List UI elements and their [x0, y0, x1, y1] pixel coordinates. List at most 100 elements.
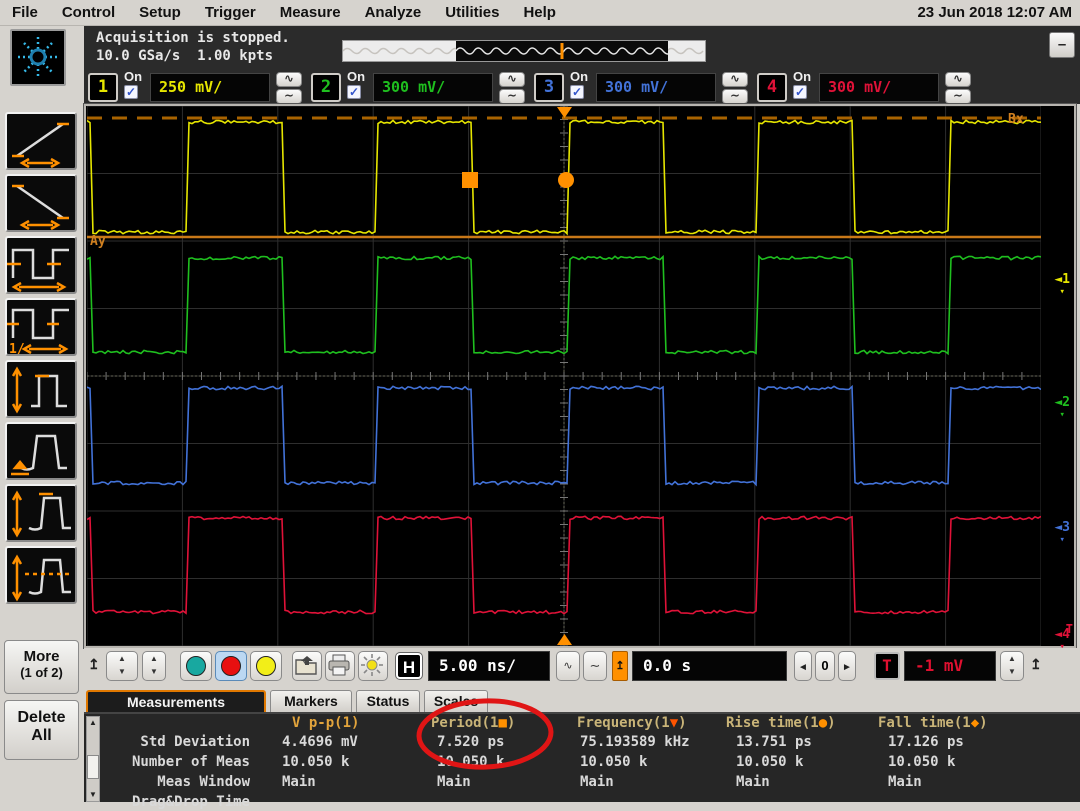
measure-rise-time-button[interactable]: [5, 112, 77, 170]
channel-1-coupling-button-bottom[interactable]: ∼: [276, 89, 302, 104]
channel-3-button[interactable]: 3: [534, 73, 564, 102]
scroll-thumb[interactable]: [87, 755, 99, 779]
timebase-coarse-button[interactable]: ∼: [583, 651, 607, 681]
timebase-fine-button[interactable]: ∿: [556, 651, 580, 681]
channel-4-group: 4 On ✓ 300 mV/ ∿ ∼: [757, 72, 979, 104]
acquisition-panel: Acquisition is stopped. 10.0 GSa/s 1.00 …: [84, 26, 1080, 104]
col-frequency-header[interactable]: Frequency(1▼): [577, 715, 687, 731]
row-label-dragdrop-time: Drag&Drop Time: [132, 794, 250, 810]
save-waveform-button[interactable]: [292, 651, 322, 681]
waveform-display[interactable]: Ay Bx ◄1▾ ◄2▾ ◄3▾ ◄4▾ T: [84, 104, 1076, 648]
measure-frequency-button[interactable]: 1/: [5, 298, 77, 356]
results-scrollbar[interactable]: ▲ ▼: [86, 716, 100, 802]
timebase-position-display[interactable]: 0.0 s: [632, 651, 787, 681]
trigger-slope-icon[interactable]: ↥: [1030, 656, 1042, 673]
delete-all-button[interactable]: Delete All: [4, 700, 79, 760]
position-right-button[interactable]: ►: [838, 651, 856, 681]
measure-fall-time-button[interactable]: [5, 174, 77, 232]
position-left-button[interactable]: ◄: [794, 651, 812, 681]
frequency-icon: 1/: [7, 300, 75, 354]
trigger-level-spinner[interactable]: ▲▼: [1000, 651, 1024, 681]
channel-1-checkbox[interactable]: ✓: [124, 85, 138, 99]
col-fall-time-header-text: Fall time(1: [878, 715, 971, 731]
minimize-button[interactable]: –: [1049, 32, 1075, 58]
col-frequency-window: Main: [580, 774, 614, 790]
vertical-spinner-1[interactable]: ▲▼: [106, 651, 138, 681]
menu-setup[interactable]: Setup: [127, 4, 193, 21]
menu-measure[interactable]: Measure: [268, 4, 353, 21]
channel-2-on-label: On: [347, 69, 365, 84]
channel-2-coupling-button-top[interactable]: ∿: [499, 72, 525, 87]
tab-measurements[interactable]: Measurements: [86, 690, 266, 712]
channel-4-coupling-button-top[interactable]: ∿: [945, 72, 971, 87]
period-marker-square[interactable]: [462, 172, 478, 188]
channel-2-scale-display[interactable]: 300 mV/: [373, 73, 493, 102]
col-vpp-header[interactable]: V p-p(1): [292, 715, 359, 731]
horizontal-section-icon: H: [396, 653, 422, 679]
menu-trigger[interactable]: Trigger: [193, 4, 268, 21]
scroll-down-icon[interactable]: ▼: [87, 789, 99, 801]
channel-3-coupling-button-bottom[interactable]: ∼: [722, 89, 748, 104]
scroll-up-icon[interactable]: ▲: [87, 717, 99, 729]
v-pp-icon: [7, 362, 75, 416]
channel-4-button[interactable]: 4: [757, 73, 787, 102]
col-rise-time-marker-glyph: ●: [819, 715, 827, 731]
channel-2-ground-marker[interactable]: ◄2▾: [1054, 397, 1070, 421]
channel-2-button[interactable]: 2: [311, 73, 341, 102]
channel-3-ground-marker[interactable]: ◄3▾: [1054, 522, 1070, 546]
measure-v-min-button[interactable]: [5, 422, 77, 480]
v-max-icon: [7, 486, 75, 540]
tab-markers[interactable]: Markers: [270, 690, 352, 712]
col-frequency-count: 10.050 k: [580, 754, 647, 770]
single-button[interactable]: [250, 651, 282, 681]
channel-3-checkbox[interactable]: ✓: [570, 85, 584, 99]
channel-4-coupling-button-bottom[interactable]: ∼: [945, 89, 971, 104]
channel-3-coupling-button-top[interactable]: ∿: [722, 72, 748, 87]
channel-2-checkbox[interactable]: ✓: [347, 85, 361, 99]
measure-v-pp-button[interactable]: [5, 360, 77, 418]
measure-v-avg-button[interactable]: [5, 546, 77, 604]
print-button[interactable]: [325, 651, 355, 681]
channel-1-coupling-button-top[interactable]: ∿: [276, 72, 302, 87]
channel-1-scale-display[interactable]: 250 mV/: [150, 73, 270, 102]
vertical-spinner-2[interactable]: ▲▼: [142, 651, 166, 681]
col-rise-time-window: Main: [736, 774, 770, 790]
trigger-position-bottom-marker[interactable]: [557, 634, 572, 645]
channel-4-scale-display[interactable]: 300 mV/: [819, 73, 939, 102]
channel-2-coupling-button-bottom[interactable]: ∼: [499, 89, 525, 104]
overview-window-segment[interactable]: [456, 41, 668, 61]
col-period-count: 10.050 k: [437, 754, 504, 770]
app-logo-button[interactable]: [10, 29, 66, 86]
pan-up-left-icon[interactable]: ↥: [88, 656, 100, 673]
stop-button[interactable]: [215, 651, 247, 681]
acquisition-overview-bar[interactable]: [342, 40, 706, 62]
channel-4-checkbox[interactable]: ✓: [793, 85, 807, 99]
position-zero-button[interactable]: 0: [815, 651, 835, 681]
channel-1-ground-marker[interactable]: ◄1▾: [1054, 274, 1070, 298]
trigger-position-top-marker[interactable]: [557, 107, 572, 118]
menu-help[interactable]: Help: [511, 4, 568, 21]
col-rise-time-header[interactable]: Rise time(1●): [726, 715, 836, 731]
measure-period-button[interactable]: [5, 236, 77, 294]
col-period-header[interactable]: Period(1■): [431, 715, 515, 731]
col-fall-time-header[interactable]: Fall time(1◆): [878, 715, 988, 731]
frequency-marker-circle[interactable]: [558, 172, 574, 188]
more-measurements-button[interactable]: More (1 of 2): [4, 640, 79, 694]
channel-1-button[interactable]: 1: [88, 73, 118, 102]
printer-icon: [326, 652, 352, 678]
measure-v-max-button[interactable]: [5, 484, 77, 542]
menu-analyze[interactable]: Analyze: [353, 4, 434, 21]
display-brightness-button[interactable]: [358, 651, 388, 681]
trigger-level-marker[interactable]: T: [1066, 624, 1073, 635]
timebase-scale-display[interactable]: 5.00 ns/: [428, 651, 550, 681]
tab-scales[interactable]: Scales: [424, 690, 488, 712]
timebase-reference-button[interactable]: ↥: [612, 651, 628, 681]
tab-status[interactable]: Status: [356, 690, 420, 712]
menu-control[interactable]: Control: [50, 4, 127, 21]
channel-3-scale-display[interactable]: 300 mV/: [596, 73, 716, 102]
menu-file[interactable]: File: [0, 4, 50, 21]
menu-utilities[interactable]: Utilities: [433, 4, 511, 21]
trigger-level-display[interactable]: -1 mV: [904, 651, 996, 681]
run-button[interactable]: [180, 651, 212, 681]
trigger-section-icon[interactable]: T: [874, 652, 900, 680]
